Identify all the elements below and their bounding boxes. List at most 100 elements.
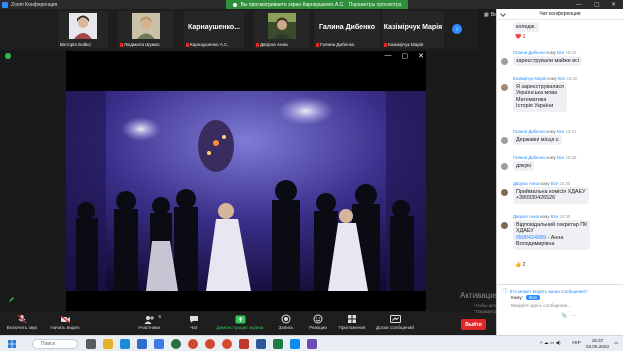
edge-icon[interactable] — [120, 339, 130, 349]
mic-muted-icon — [17, 314, 27, 324]
message-bubble: Я зареєструвалася Українська мова Матема… — [513, 82, 567, 112]
phone-link[interactable]: 0500424089 — [516, 235, 546, 241]
participants-icon — [144, 315, 154, 324]
unmute-button[interactable]: Включить звук — [4, 314, 40, 330]
chat-message: Дворна Анна кому Все 15:30 Приймальна ко… — [501, 181, 615, 204]
language-indicator[interactable]: УКР — [572, 340, 581, 345]
message-line: Українська мова — [516, 90, 557, 97]
chat-header: Чат конференции — [497, 9, 623, 20]
avatar — [501, 163, 508, 170]
message-to-word: кому — [546, 155, 556, 160]
reactions-button[interactable]: Реакции — [306, 314, 330, 330]
participant-tile[interactable]: Дворна Анна — [254, 11, 310, 48]
participant-tile[interactable]: Вікторія Бойко — [58, 11, 108, 48]
leave-button[interactable]: Выйти — [461, 319, 486, 330]
message-bubble: Державні місця є — [513, 135, 562, 146]
participants-label: Участники — [138, 325, 160, 330]
who-can-see-label: Кто может видеть ваши сообщения? — [509, 288, 588, 294]
store-icon[interactable] — [137, 339, 147, 349]
heart-reaction[interactable]: ❤️ 1 — [515, 34, 525, 40]
window-title: Zoom Конференция — [11, 1, 58, 8]
close-button[interactable]: ✕ — [611, 0, 616, 9]
share-screen-button[interactable]: Демонстрация экрана — [212, 314, 268, 330]
app-icon[interactable] — [307, 339, 317, 349]
notification-icon[interactable]: ▭ — [614, 340, 618, 346]
chat-tools: 📎 ⋯ — [561, 313, 576, 319]
chat-panel: Чат конференции коледж. ❤️ 1 Галина Дибе… — [496, 9, 623, 335]
close-icon[interactable]: ✕ — [418, 52, 424, 60]
participants-button[interactable]: 5 Участники — [134, 314, 164, 330]
participant-tile[interactable]: Людмила Шумко — [118, 11, 174, 48]
tray-icons[interactable]: ˄ ☁ ▭ ◀) — [540, 340, 561, 346]
minimize-button[interactable]: — — [576, 0, 582, 9]
chat-message: Галина Дибенко кому Все 15:19 зареєструв… — [501, 50, 615, 67]
chrome-icon[interactable] — [205, 339, 215, 349]
message-line: Володимирівна — [516, 241, 555, 248]
chevron-down-icon[interactable] — [500, 11, 506, 17]
muted-mic-icon — [384, 42, 387, 47]
record-label: Запись — [278, 325, 294, 330]
security-shield-icon[interactable] — [5, 53, 11, 59]
apps-button[interactable]: Приложения — [336, 314, 368, 330]
chat-input[interactable]: Введите здесь сообщение... — [511, 303, 619, 311]
task-view-icon[interactable] — [86, 339, 96, 349]
message-sender: Галина Дибенко — [513, 155, 546, 160]
participant-name: Галина Дибенко — [320, 42, 355, 47]
word-icon[interactable] — [256, 339, 266, 349]
zoom-icon — [2, 1, 8, 8]
chevron-right-icon: › — [455, 25, 459, 33]
participant-tile[interactable]: Карнаушенко... Карнаушенко А.С. — [184, 11, 244, 48]
clock[interactable]: 15:37 03.05.2023 — [586, 338, 609, 350]
participant-display-name: Казімірчук Марія — [383, 24, 443, 31]
minimize-icon[interactable]: — — [385, 52, 392, 60]
record-button[interactable]: Запись — [274, 314, 298, 330]
message-sender: Галина Дибенко — [513, 50, 546, 55]
shared-video-window[interactable]: — ▢ ✕ — [66, 51, 426, 311]
mail-icon[interactable] — [154, 339, 164, 349]
video-window-controls: — ▢ ✕ — [385, 52, 425, 60]
participant-tile[interactable]: Казімірчук Марія Казімірчук Марія — [382, 11, 444, 48]
annotate-pencil-icon[interactable] — [8, 296, 15, 303]
message-recipient: Все — [557, 129, 565, 134]
taskbar-search[interactable]: Поиск — [32, 339, 78, 349]
recipient-select[interactable]: Все — [526, 295, 540, 300]
message-time: 15:30 — [559, 214, 571, 219]
view-options-link[interactable]: Параметры просмотра — [349, 2, 402, 8]
chrome-icon[interactable] — [222, 339, 232, 349]
recipient-row: Кому: Все — [511, 295, 540, 300]
message-sender: Казімірчук Марія — [513, 76, 547, 81]
next-page-button[interactable]: › — [452, 24, 462, 34]
message-recipient: Все — [557, 50, 565, 55]
start-video-button[interactable]: Начать видео — [46, 314, 84, 330]
participant-tile[interactable]: Галина Дибенко Галина Дибенко — [314, 11, 380, 48]
file-explorer-icon[interactable] — [103, 339, 113, 349]
message-line: +380930426526 — [516, 195, 556, 202]
record-icon — [281, 314, 291, 324]
avatar — [501, 137, 508, 144]
whiteboards-button[interactable]: Доски сообщений — [372, 314, 418, 330]
maximize-button[interactable]: ▢ — [594, 0, 600, 9]
message-sender: Дворна Анна — [513, 181, 539, 186]
message-to-word: кому — [547, 76, 557, 81]
chat-icon — [190, 315, 198, 323]
who-can-see-link[interactable]: ⓘ Кто может видеть ваши сообщения? — [503, 288, 588, 294]
windows-start-icon[interactable] — [8, 340, 16, 348]
participant-display-name: Карнаушенко... — [187, 24, 241, 31]
chrome-icon[interactable] — [188, 339, 198, 349]
more-icon[interactable]: ⋯ — [571, 313, 576, 319]
chat-button[interactable]: Чат — [182, 314, 206, 330]
divider — [497, 284, 623, 285]
unmute-label: Включить звук — [6, 325, 38, 330]
excel-icon[interactable] — [273, 339, 283, 349]
message-time: 15:20 — [566, 76, 578, 81]
thumbs-up-reaction[interactable]: 👍 2 — [515, 262, 525, 268]
zoom-taskbar-icon[interactable] — [290, 339, 300, 349]
maximize-icon[interactable]: ▢ — [402, 52, 409, 60]
chrome-icon[interactable] — [171, 339, 181, 349]
share-banner[interactable]: Вы просматриваете экран Карнаушенко А.С.… — [226, 0, 408, 9]
message-sender: Дворна Анна — [513, 214, 539, 219]
chat-messages[interactable]: коледж. ❤️ 1 Галина Дибенко кому Все 15:… — [497, 21, 623, 300]
pdf-icon[interactable] — [239, 339, 249, 349]
zoom-window: Zoom Конференция Вы просматриваете экран… — [0, 0, 623, 351]
file-icon[interactable]: 📎 — [561, 313, 567, 319]
